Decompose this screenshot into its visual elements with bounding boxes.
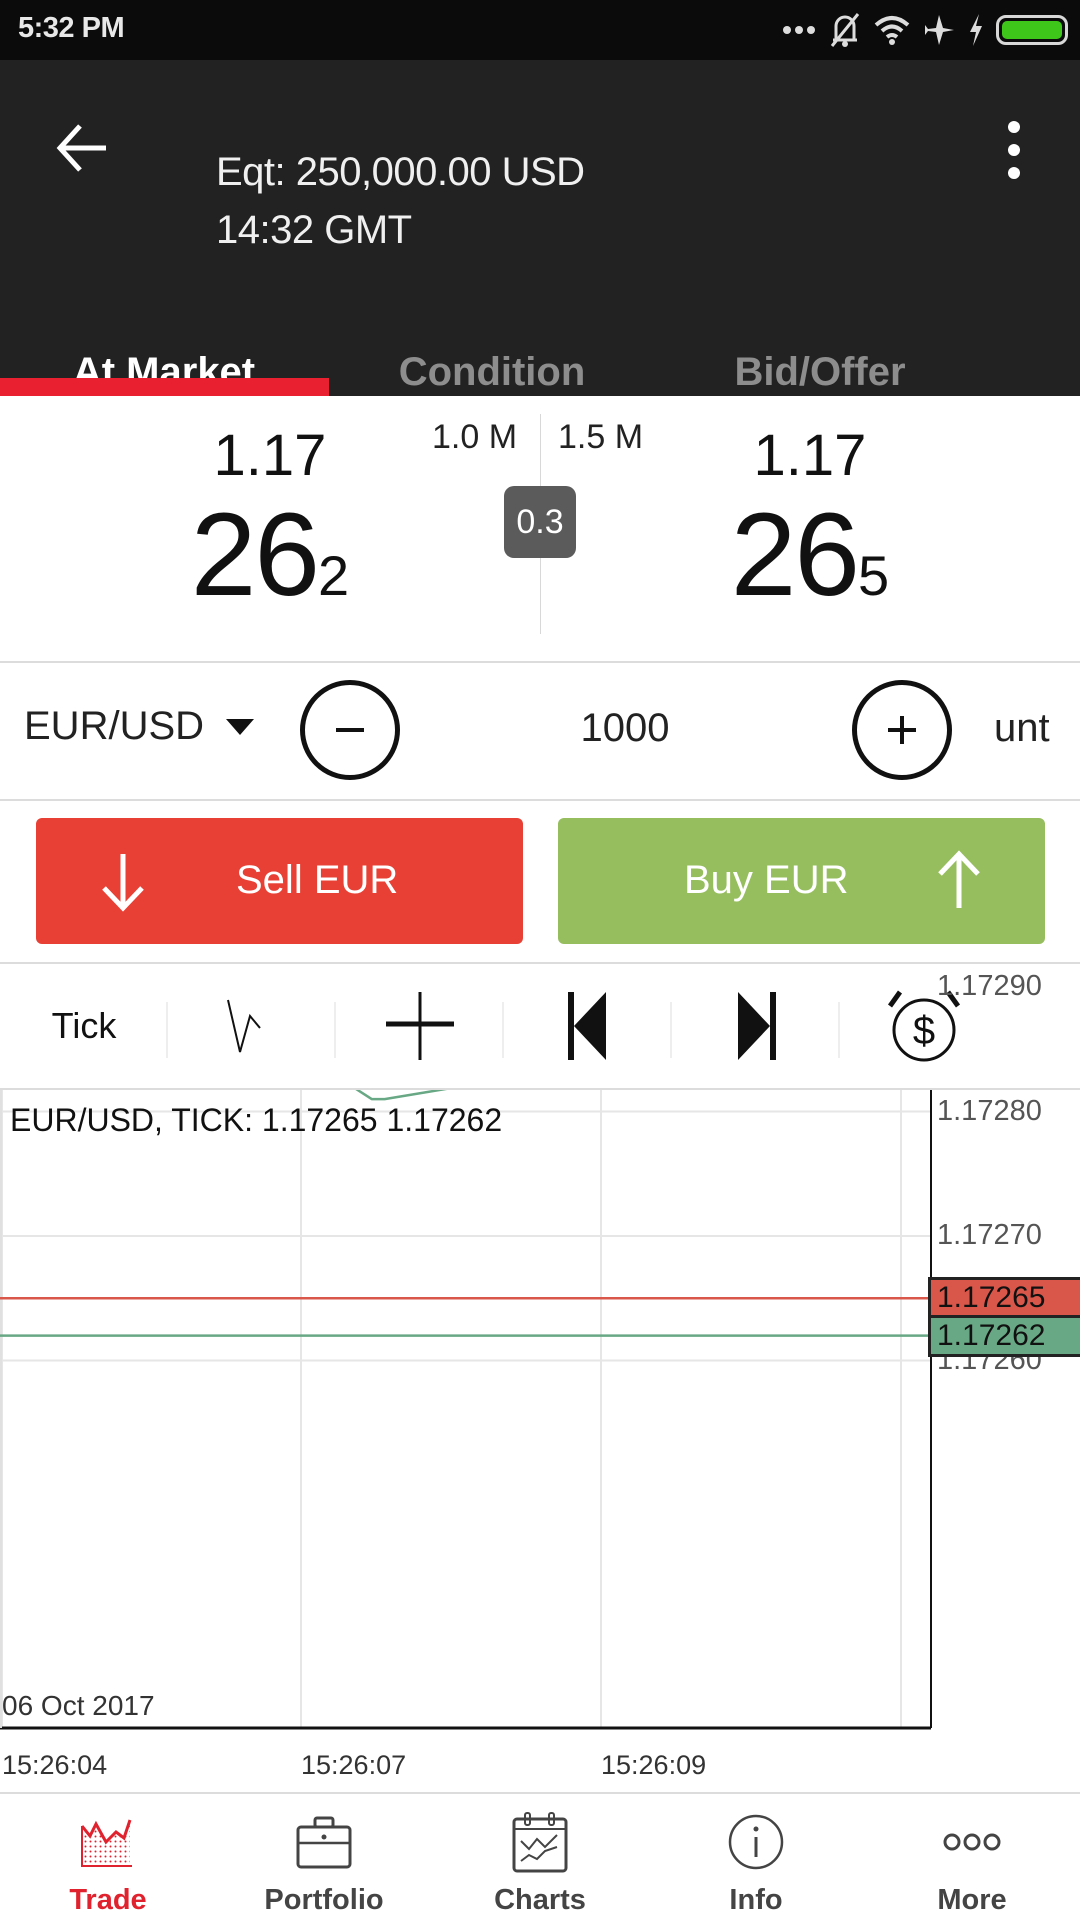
airplane-icon [922,13,956,47]
status-time: 5:32 PM [18,12,125,44]
jump-to-start-button[interactable] [504,964,672,1088]
arrow-up-icon [938,850,980,908]
y-tick-label: 1.17290 [937,970,1042,1002]
line-chart-type-icon [227,999,261,1053]
bid-fraction: 2 [318,544,350,607]
nav-portfolio-label: Portfolio [264,1884,384,1916]
bid-pips-value: 26 [190,489,320,621]
nav-charts-label: Charts [494,1884,586,1916]
chart-type-button[interactable] [168,964,336,1088]
chart-period-label: Tick [51,1005,117,1046]
chart-title: EUR/USD, TICK: 1.17265 1.17262 [10,1102,503,1138]
tab-bid-offer[interactable]: Bid/Offer [656,290,984,396]
quote-panel: 1.17 262 1.0 M 1.5 M 0.3 1.17 265 [0,396,1080,662]
increase-amount-button[interactable] [852,680,952,780]
overflow-menu-button[interactable] [996,115,1032,185]
currency-pair-label: EUR/USD [24,704,205,748]
briefcase-icon [296,1816,352,1869]
x-tick-label: 15:26:07 [301,1750,407,1780]
jump-to-end-button[interactable] [672,964,840,1088]
calendar-chart-icon [512,1812,568,1873]
bottom-navigation: Trade Portfolio Charts Info More [0,1792,1080,1920]
arrow-left-icon [56,124,106,172]
nav-trade[interactable]: Trade [0,1794,216,1920]
y-tick-label: 1.17270 [937,1219,1042,1251]
plus-icon [888,716,916,744]
x-tick-label: 15:26:09 [601,1750,707,1780]
ask-liquidity: 1.5 M [558,418,644,456]
charging-icon [968,14,984,46]
bid-price[interactable]: 1.17 262 [140,426,400,635]
nav-info[interactable]: Info [648,1794,864,1920]
kebab-menu-icon [1008,121,1020,179]
status-icons [782,10,1068,50]
jump-to-end-icon [738,992,776,1060]
more-horizontal-icon [943,1833,1001,1851]
ask-big-figure: 1.17 [753,423,867,488]
nav-more-label: More [937,1884,1007,1916]
trade-crown-chart-icon [80,1819,132,1867]
buy-button[interactable]: Buy EUR [558,818,1045,944]
current-ask-tag: 1.17265 [928,1277,1080,1320]
nav-portfolio[interactable]: Portfolio [216,1794,432,1920]
amount-input[interactable]: 1000 [540,706,710,751]
current-bid-tag: 1.17262 [928,1314,1080,1357]
series-bid-line [355,1090,448,1101]
nav-trade-label: Trade [69,1884,147,1916]
nav-charts[interactable]: Charts [432,1794,648,1920]
ask-fraction: 5 [858,544,890,607]
wifi-icon [874,15,910,45]
sell-button-label: Sell EUR [236,858,399,902]
server-time: 14:32 GMT [216,208,412,252]
status-bar: 5:32 PM [0,0,1080,60]
sell-button[interactable]: Sell EUR [36,818,523,944]
arrow-down-icon [102,854,144,912]
chart-canvas [0,1090,932,1730]
nav-more[interactable]: More [864,1794,1080,1920]
decrease-amount-button[interactable] [300,680,400,780]
nav-info-label: Info [729,1884,783,1916]
buy-button-label: Buy EUR [684,858,849,902]
vibrate-off-icon [828,12,862,48]
active-tab-indicator [0,378,329,396]
divider [0,661,1080,663]
equity-label: Eqt: 250,000.00 USD [216,150,585,194]
battery-icon [996,15,1068,45]
chart-toolbar: Tick $ [0,964,1080,1088]
app-bar: Eqt: 250,000.00 USD 14:32 GMT At Market … [0,60,1080,396]
currency-pair-dropdown[interactable]: EUR/USD [24,704,255,749]
chart-date-label: 06 Oct 2017 [2,1690,155,1721]
back-button[interactable] [52,118,112,178]
ask-pips-value: 26 [730,489,860,621]
bid-liquidity: 1.0 M [432,418,518,456]
jump-to-start-icon [568,992,606,1060]
bid-big-figure: 1.17 [213,423,327,488]
amount-row: EUR/USD 1000 unt [0,664,1080,800]
svg-text:$: $ [913,1009,935,1053]
chart-period-button[interactable]: Tick [0,964,168,1088]
minus-icon [336,728,364,732]
tab-condition[interactable]: Condition [328,290,656,396]
more-dots-icon [782,24,816,36]
divider [0,799,1080,801]
bid-pips: 262 [140,496,400,635]
unit-label: unt [994,706,1050,750]
spread-badge: 0.3 [504,486,576,558]
crosshair-button[interactable] [336,964,504,1088]
ask-pips: 265 [680,496,940,635]
info-circle-icon [728,1814,784,1870]
caret-down-icon [226,718,255,735]
y-tick-label: 1.17280 [937,1094,1042,1127]
ask-price[interactable]: 1.17 265 [680,426,940,635]
price-chart[interactable]: EUR/USD, TICK: 1.17265 1.17262 1.17290 1… [0,970,1080,1790]
x-tick-label: 15:26:04 [2,1750,108,1780]
crosshair-icon [386,992,454,1060]
